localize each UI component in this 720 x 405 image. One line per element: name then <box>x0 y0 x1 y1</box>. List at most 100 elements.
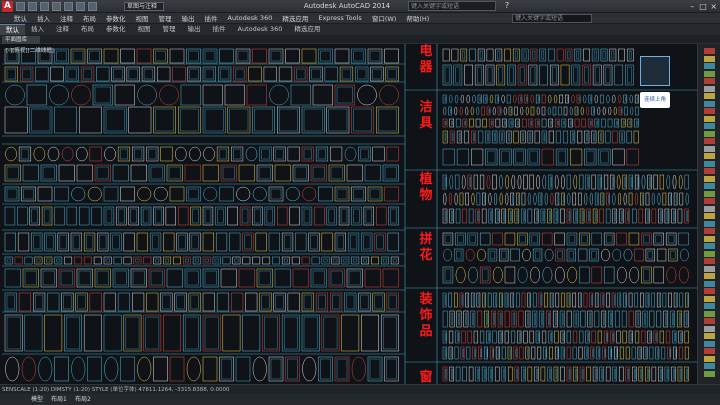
menu-item[interactable]: Autodesk 360 <box>228 14 273 22</box>
tool-icon[interactable] <box>704 145 715 152</box>
tool-icon[interactable] <box>704 63 715 69</box>
document-tab[interactable]: 平面图库 <box>2 36 40 44</box>
tool-icon[interactable] <box>704 303 715 309</box>
tool-icon[interactable] <box>704 325 715 332</box>
category-label: 装 <box>419 292 433 307</box>
ribbon-tab[interactable]: 精选应用 <box>288 24 326 35</box>
ribbon-tab[interactable]: 插入 <box>25 24 50 35</box>
tool-icon[interactable] <box>704 205 715 212</box>
ribbon-tab[interactable]: 注释 <box>50 24 75 35</box>
menu-item[interactable]: 精选应用 <box>282 13 308 23</box>
menu-item[interactable]: 默认 <box>14 13 27 23</box>
category-label: 植 <box>419 172 433 187</box>
tool-icon[interactable] <box>704 108 715 114</box>
open-icon[interactable] <box>28 2 37 11</box>
ribbon-tab[interactable]: 参数化 <box>100 24 132 35</box>
tool-icon[interactable] <box>704 138 715 144</box>
minimize-icon[interactable]: – <box>688 2 697 11</box>
plot-icon[interactable] <box>88 2 97 11</box>
tool-icon[interactable] <box>704 310 715 317</box>
tool-icon[interactable] <box>704 153 715 159</box>
tool-icon[interactable] <box>704 55 715 62</box>
workspace-select[interactable]: 草图与注释 <box>124 2 164 11</box>
ribbon-tab[interactable]: 布局 <box>75 24 100 35</box>
title-search-input[interactable]: 键入关键字或短语 <box>408 1 496 11</box>
tool-icon[interactable] <box>704 85 715 92</box>
ucs-icon <box>640 114 676 124</box>
ribbon-tab[interactable]: 输出 <box>182 24 207 35</box>
menu-item[interactable]: 注释 <box>60 13 73 23</box>
new-icon[interactable] <box>16 2 25 11</box>
tool-icon[interactable] <box>704 130 715 137</box>
tool-icon[interactable] <box>704 258 715 264</box>
category-label: 洁 <box>419 100 433 115</box>
viewport-label[interactable]: [-][俯视][二维线框] <box>6 46 54 54</box>
tool-icon[interactable] <box>704 348 715 354</box>
maximize-icon[interactable]: □ <box>699 2 708 11</box>
undo-icon[interactable] <box>64 2 73 11</box>
saveas-icon[interactable] <box>52 2 61 11</box>
tool-icon[interactable] <box>704 190 715 197</box>
tool-icon[interactable] <box>704 70 715 77</box>
menu-item[interactable]: 帮助(H) <box>406 13 429 23</box>
tool-icon[interactable] <box>704 220 715 227</box>
document-tabs: 平面图库 <box>0 35 720 44</box>
cad-drawing[interactable] <box>0 44 697 384</box>
tool-icon[interactable] <box>704 295 715 302</box>
tool-icon[interactable] <box>704 123 715 129</box>
tool-icon[interactable] <box>704 160 715 167</box>
tool-icon[interactable] <box>704 175 715 182</box>
ribbon-tab[interactable]: 视图 <box>132 24 157 35</box>
quick-access-toolbar <box>16 2 116 11</box>
tool-icon[interactable] <box>704 198 715 204</box>
tool-icon[interactable] <box>704 93 715 99</box>
ribbon-tab[interactable]: 管理 <box>157 24 182 35</box>
menu-item[interactable]: 管理 <box>159 13 172 23</box>
app-title: Autodesk AutoCAD 2014 <box>303 2 391 10</box>
layout-tab[interactable]: 布局1 <box>48 395 70 404</box>
tool-icon[interactable] <box>704 250 715 257</box>
menu-item[interactable]: 插件 <box>205 13 218 23</box>
tool-icon[interactable] <box>704 78 715 84</box>
tool-icon[interactable] <box>704 340 715 347</box>
model-tab[interactable]: 模型 <box>28 395 46 404</box>
tool-icon[interactable] <box>704 228 715 234</box>
tool-icon[interactable] <box>704 168 715 174</box>
ribbon-tab[interactable]: 默认 <box>0 24 25 35</box>
tool-icon[interactable] <box>704 280 715 287</box>
tool-icon[interactable] <box>704 243 715 249</box>
menu-item[interactable]: 输出 <box>182 13 195 23</box>
search-input[interactable]: 键入关键字或短语 <box>512 14 592 23</box>
save-icon[interactable] <box>40 2 49 11</box>
menu-item[interactable]: 视图 <box>136 13 149 23</box>
tool-icon[interactable] <box>704 48 715 54</box>
tool-icon[interactable] <box>704 115 715 122</box>
tool-icon[interactable] <box>704 318 715 324</box>
close-icon[interactable]: × <box>709 2 718 11</box>
menu-item[interactable]: 插入 <box>37 13 50 23</box>
layout-tab[interactable]: 布局2 <box>72 395 94 404</box>
menu-item[interactable]: 布局 <box>83 13 96 23</box>
tool-icon[interactable] <box>704 273 715 279</box>
tool-icon[interactable] <box>704 363 715 369</box>
drawing-canvas[interactable]: [-][俯视][二维线框] 连续上角 电 器 洁 具 植 物 拼 花 装 饰 品… <box>0 44 697 384</box>
tool-icon[interactable] <box>704 183 715 189</box>
ribbon-tab[interactable]: Autodesk 360 <box>232 24 289 35</box>
tool-icon[interactable] <box>704 100 715 107</box>
viewcube-icon[interactable] <box>640 56 670 86</box>
tool-icon[interactable] <box>704 288 715 294</box>
redo-icon[interactable] <box>76 2 85 11</box>
menu-item[interactable]: Express Tools <box>318 14 361 22</box>
navigation-bar[interactable]: 连续上角 <box>640 92 670 108</box>
tool-icon[interactable] <box>704 213 715 219</box>
tool-icon[interactable] <box>704 355 715 362</box>
tool-icon[interactable] <box>704 265 715 272</box>
tool-icon[interactable] <box>704 333 715 339</box>
autocad-logo-icon[interactable]: A <box>2 1 13 12</box>
ribbon-tab[interactable]: 插件 <box>207 24 232 35</box>
menu-item[interactable]: 窗口(W) <box>372 13 397 23</box>
tool-icon[interactable] <box>704 235 715 242</box>
tool-icon[interactable] <box>704 370 715 377</box>
help-icon[interactable]: ? <box>500 1 514 11</box>
menu-item[interactable]: 参数化 <box>106 13 126 23</box>
